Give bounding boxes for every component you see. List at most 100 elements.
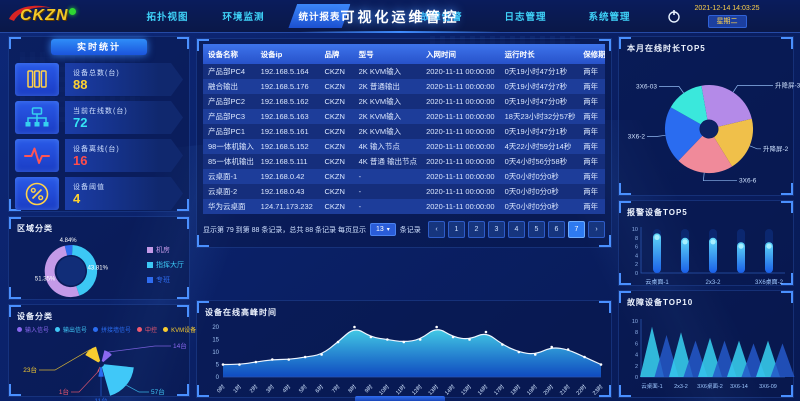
logo: CKZN [8, 7, 76, 25]
pager-prev[interactable]: ‹ [428, 221, 445, 238]
legend-item-输入信号[interactable]: 输入信号 [17, 325, 49, 334]
table-cell: 2020-11-11 00:00:00 [421, 199, 500, 214]
table-row[interactable]: 85一体机输出192.168.5.111CKZN4K 普通 输出节点2020-1… [203, 154, 605, 169]
legend-item-机房[interactable]: 机房 [147, 245, 184, 255]
area-point [583, 356, 586, 359]
triangle-label: 3X6-14 [730, 384, 748, 390]
table-cell: 两年 [578, 64, 605, 79]
pager-page-3[interactable]: 3 [488, 221, 505, 238]
table-cell: 0天0小时0分0秒 [500, 199, 579, 214]
table-row[interactable]: 98一体机输入192.168.5.152CKZN4K 输入节点2020-11-1… [203, 139, 605, 154]
x-tick: 8时 [346, 382, 358, 394]
panel-month-online-top5: 本月在线时长TOP5 升降屏-3升降屏-23X6-63X6-23X6-03 [618, 36, 794, 196]
x-tick: 4时 [280, 382, 292, 394]
area-point [320, 353, 323, 356]
tab-1[interactable]: 环境监测 [212, 4, 274, 28]
rose-slice-输出信号[interactable] [102, 364, 134, 395]
x-tick: 0时 [215, 382, 227, 394]
table-row[interactable]: 产品部PC2192.168.5.162CKZN2K KVM输入2020-11-1… [203, 94, 605, 109]
rose-slice-KVM设备[interactable] [85, 347, 100, 363]
month-online-top5-pie-chart: 升降屏-3升降屏-23X6-63X6-23X6-03 [625, 57, 789, 201]
area-point [386, 338, 389, 341]
table-cell: CKZN [319, 109, 353, 124]
table-cell: 2020-11-11 00:00:00 [421, 139, 500, 154]
donut-label: 51.35% [35, 277, 56, 283]
table-cell: - [354, 184, 421, 199]
legend-item-专班[interactable]: 专班 [147, 275, 184, 285]
table-cell: 2020-11-11 00:00:00 [421, 154, 500, 169]
table-cell: 2020-11-11 00:00:00 [421, 109, 500, 124]
device-panel-title: 设备分类 [17, 311, 181, 322]
table-cell: 0天0小时0分0秒 [500, 169, 579, 184]
table-cell: 0天0小时0分0秒 [500, 184, 579, 199]
y-tick: 8 [635, 236, 638, 242]
rose-label: 14台 [173, 341, 187, 350]
pager-page-4[interactable]: 4 [508, 221, 525, 238]
legend-item-输出信号[interactable]: 输出信号 [55, 325, 87, 334]
datetime-text: 2021-12-14 14:03:25 [695, 4, 760, 13]
pager-page-7[interactable]: 7 [568, 221, 585, 238]
pie-label: 升降屏-3 [775, 80, 800, 89]
legend-item-中控[interactable]: 中控 [137, 325, 157, 334]
table-cell: CKZN [319, 199, 353, 214]
server-icon [15, 63, 59, 96]
bar-label: 3X6桌面-2 [755, 278, 784, 286]
table-cell: 2020-11-11 00:00:00 [421, 64, 500, 79]
x-tick: 20时 [541, 382, 555, 396]
area-point [419, 338, 422, 341]
online-peak-area-chart: 051015200时1时2时3时4时5时6时7时8时9时10时11时12时13时… [203, 321, 607, 401]
table-row[interactable]: 融合输出192.168.5.176CKZN2K 普通输出2020-11-11 0… [203, 79, 605, 94]
x-tick: 6时 [313, 382, 325, 394]
pager-next[interactable]: › [588, 221, 605, 238]
stat-band: 设备阈值4 [65, 177, 183, 210]
table-row[interactable]: 产品部PC1192.168.5.161CKZN2K KVM输入2020-11-1… [203, 124, 605, 139]
x-tick: 21时 [558, 382, 572, 396]
pie-leader-line [659, 87, 684, 94]
legend-item-指挥大厅[interactable]: 指挥大厅 [147, 260, 184, 270]
table-cell: 云桌面-1 [203, 169, 256, 184]
x-tick: 3时 [264, 382, 276, 394]
table-cell: CKZN [319, 64, 353, 79]
legend-item-拼接墙信号[interactable]: 拼接墙信号 [93, 325, 131, 334]
table-cell: 192.168.5.111 [256, 154, 320, 169]
table-row[interactable]: 云桌面-1192.168.0.42CKZN-2020-11-11 00:00:0… [203, 169, 605, 184]
table-row[interactable]: 产品部PC4192.168.5.164CKZN2K KVM输入2020-11-1… [203, 64, 605, 79]
table-cell: 融合输出 [203, 79, 256, 94]
rose-leader-line [109, 346, 172, 352]
tab-0[interactable]: 拓扑视图 [136, 4, 198, 28]
nav-item-1[interactable]: 日志管理 [495, 4, 557, 28]
nav-item-2[interactable]: 系统管理 [579, 4, 641, 28]
alarm-top5-bar-chart: 0246810云桌面-12x3-23X6桌面-2 [625, 221, 789, 291]
column-header-1: 设备ip [256, 44, 320, 64]
x-tick: 15时 [459, 382, 473, 396]
table-cell: 0天19小时47分1秒 [500, 64, 579, 79]
x-tick: 13时 [426, 382, 440, 396]
y-tick: 2 [635, 364, 638, 370]
table-row[interactable]: 产品部PC3192.168.5.163CKZN2K KVM输入2020-11-1… [203, 109, 605, 124]
table-row[interactable]: 云桌面-2192.168.0.43CKZN-2020-11-11 00:00:0… [203, 184, 605, 199]
power-button[interactable] [667, 9, 681, 23]
table-row[interactable]: 华为云桌面124.71.173.232CKZN-2020-11-11 00:00… [203, 199, 605, 214]
column-header-6: 保修期限 [578, 44, 605, 64]
pagination-suffix: 条记录 [400, 225, 421, 235]
pager-page-1[interactable]: 1 [448, 221, 465, 238]
area-point [518, 351, 521, 354]
pie-label: 3X6-2 [628, 133, 646, 140]
table-cell: 18天23小时32分57秒 [500, 109, 579, 124]
legend-item-KVM设备[interactable]: KVM设备 [163, 325, 196, 334]
pager-page-5[interactable]: 5 [528, 221, 545, 238]
pager-page-2[interactable]: 2 [468, 221, 485, 238]
pager-page-6[interactable]: 6 [548, 221, 565, 238]
x-tick: 10时 [377, 382, 391, 396]
table-cell: 192.168.5.161 [256, 124, 320, 139]
area-point [353, 326, 356, 329]
page-title: 可视化运维管控 [341, 7, 460, 27]
area-point [485, 331, 488, 334]
page-size-select[interactable]: 13 ▾ [370, 223, 396, 236]
table-cell: 192.168.5.164 [256, 64, 320, 79]
table-cell: 192.168.5.162 [256, 94, 320, 109]
stat-band: 设备离线(台)16 [65, 139, 183, 172]
area-point [567, 348, 570, 351]
column-header-4: 入网时间 [421, 44, 500, 64]
column-header-0: 设备名称 [203, 44, 256, 64]
